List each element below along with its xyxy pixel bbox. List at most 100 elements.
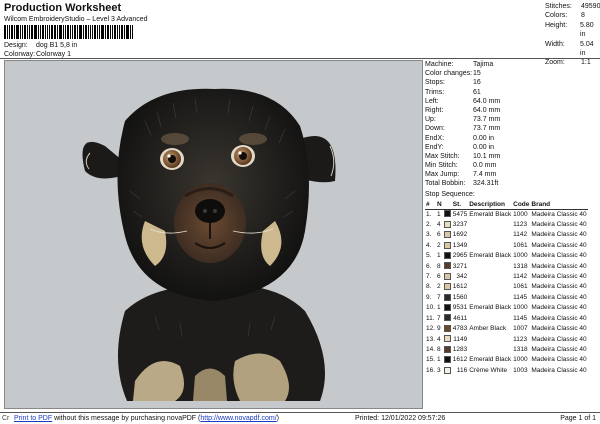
thread-brand: Madeira Classic 40 xyxy=(531,293,587,301)
barcode-bar xyxy=(29,25,30,39)
spec-value: 0.00 in xyxy=(473,143,495,151)
barcode-bar xyxy=(49,25,50,39)
spec-row: Machine: Tajima xyxy=(425,60,600,69)
sequence-row: 14. 8 1283 1318 Madeira Classic 40 xyxy=(425,345,588,355)
barcode-bar xyxy=(117,25,118,39)
spec-value: 15 xyxy=(473,70,481,78)
color-swatch xyxy=(443,283,451,291)
sequence-row: 12. 9 4783 Amber Black 1007 Madeira Classic 4… xyxy=(425,324,588,334)
color-swatch xyxy=(443,210,451,218)
barcode-bar xyxy=(34,25,37,39)
stitch-count: 342 xyxy=(456,273,468,281)
barcode-bar xyxy=(42,25,44,39)
design-preview xyxy=(4,60,423,409)
spec-value: Tajima xyxy=(473,61,494,68)
spec-value: 64.0 mm xyxy=(473,97,501,105)
thread-brand: Madeira Classic 40 xyxy=(531,262,587,270)
barcode-bar xyxy=(79,25,82,39)
dog-embroidery-image xyxy=(82,88,336,401)
color-swatch-cell xyxy=(443,262,452,272)
barcode-bar xyxy=(20,25,21,39)
sequence-row: 15. 1 1612 Emerald Black 1000 Madeira Classic… xyxy=(425,355,588,365)
barcode-bar xyxy=(51,25,53,39)
barcode-bar xyxy=(99,25,100,39)
thread-brand: Madeira Classic 40 xyxy=(531,356,587,364)
stop-number: 8. xyxy=(426,283,432,291)
spec-row: Left: 64.0 mm xyxy=(425,97,600,106)
spec-value: 7.4 mm xyxy=(473,171,497,179)
spec-value: 73.7 mm xyxy=(473,116,501,124)
barcode-bar xyxy=(27,25,28,39)
barcode-bar xyxy=(124,25,125,39)
thread-code: 1142 xyxy=(513,273,528,281)
barcode-bar xyxy=(4,25,6,39)
needle-number: 1 xyxy=(437,210,441,218)
thread-brand: Madeira Classic 40 xyxy=(531,252,587,260)
thread-brand: Madeira Classic 40 xyxy=(531,366,587,374)
thread-description xyxy=(468,230,512,240)
spec-label: EndX: xyxy=(425,134,445,142)
barcode-bar xyxy=(14,25,15,39)
color-swatch-cell xyxy=(443,345,452,355)
thread-description xyxy=(468,314,512,324)
sequence-column-header: Brand xyxy=(530,199,588,210)
summary-value: 5.04 in xyxy=(580,40,594,58)
barcode-bar xyxy=(9,25,10,39)
stitch-count: 4611 xyxy=(453,314,468,322)
barcode-bar xyxy=(105,25,106,39)
thread-code: 1318 xyxy=(513,345,528,353)
novapdf-link[interactable]: http://www.novapdf.com/ xyxy=(200,415,276,422)
stop-number: 13. xyxy=(426,335,436,343)
stop-number: 1. xyxy=(426,210,432,218)
summary-value: 5.80 in xyxy=(580,21,594,39)
thread-description: Emerald Black xyxy=(469,252,512,260)
barcode-bar xyxy=(130,25,131,39)
spec-label: Min Stitch: xyxy=(425,162,458,170)
thread-code: 1000 xyxy=(513,252,528,260)
print-to-pdf-link[interactable]: Print to PDF xyxy=(14,415,52,422)
barcode-bar xyxy=(65,25,66,39)
stop-number: 4. xyxy=(426,241,432,249)
barcode-bar xyxy=(74,25,76,39)
stop-number: 16. xyxy=(426,366,436,374)
sequence-row: 6. 8 3271 1318 Madeira Classic 40 xyxy=(425,262,588,272)
needle-number: 1 xyxy=(437,304,441,312)
sequence-column-header: Code xyxy=(512,199,531,210)
color-swatch-cell xyxy=(443,230,452,240)
barcode-bar xyxy=(7,25,8,39)
barcode-bar xyxy=(121,25,123,39)
barcode-bar xyxy=(47,25,48,39)
spec-value: 16 xyxy=(473,79,481,87)
color-swatch-cell xyxy=(443,335,452,345)
spec-row: Total Bobbin: 324.31ft xyxy=(425,179,600,188)
summary-row: Colors: 8 xyxy=(545,11,600,20)
color-swatch xyxy=(443,272,451,280)
color-swatch-cell xyxy=(443,272,452,282)
thread-code: 1123 xyxy=(513,221,528,229)
summary-value: 49590 xyxy=(581,3,600,10)
barcode-bar xyxy=(57,25,58,39)
barcode-bar xyxy=(90,25,91,39)
thread-description: Emerald Black xyxy=(469,304,512,312)
stop-number: 9. xyxy=(426,293,432,301)
stop-number: 11. xyxy=(426,314,435,322)
stop-number: 3. xyxy=(426,231,432,239)
spec-value: 61 xyxy=(473,88,481,96)
sequence-row: 4. 2 1349 1061 Madeira Classic 40 xyxy=(425,241,588,251)
barcode-bar xyxy=(24,25,26,39)
barcode-bar xyxy=(72,25,73,39)
color-swatch xyxy=(443,293,451,301)
sequence-column-header: N xyxy=(436,199,443,210)
sequence-row: 3. 6 1692 1142 Madeira Classic 40 xyxy=(425,230,588,240)
sequence-row: 9. 7 1560 1145 Madeira Classic 40 xyxy=(425,293,588,303)
color-swatch xyxy=(443,304,451,312)
color-swatch xyxy=(443,366,451,374)
summary-label: Stitches: xyxy=(545,3,572,10)
thread-code: 1000 xyxy=(513,356,528,364)
needle-number: 3 xyxy=(437,366,441,374)
spec-label: Stops: xyxy=(425,79,445,87)
stitch-count: 1612 xyxy=(452,283,468,291)
spec-value: 0.00 in xyxy=(473,134,495,142)
barcode-bar xyxy=(83,25,84,39)
footer-bar: Cr Print to PDF without this message by … xyxy=(0,412,600,424)
